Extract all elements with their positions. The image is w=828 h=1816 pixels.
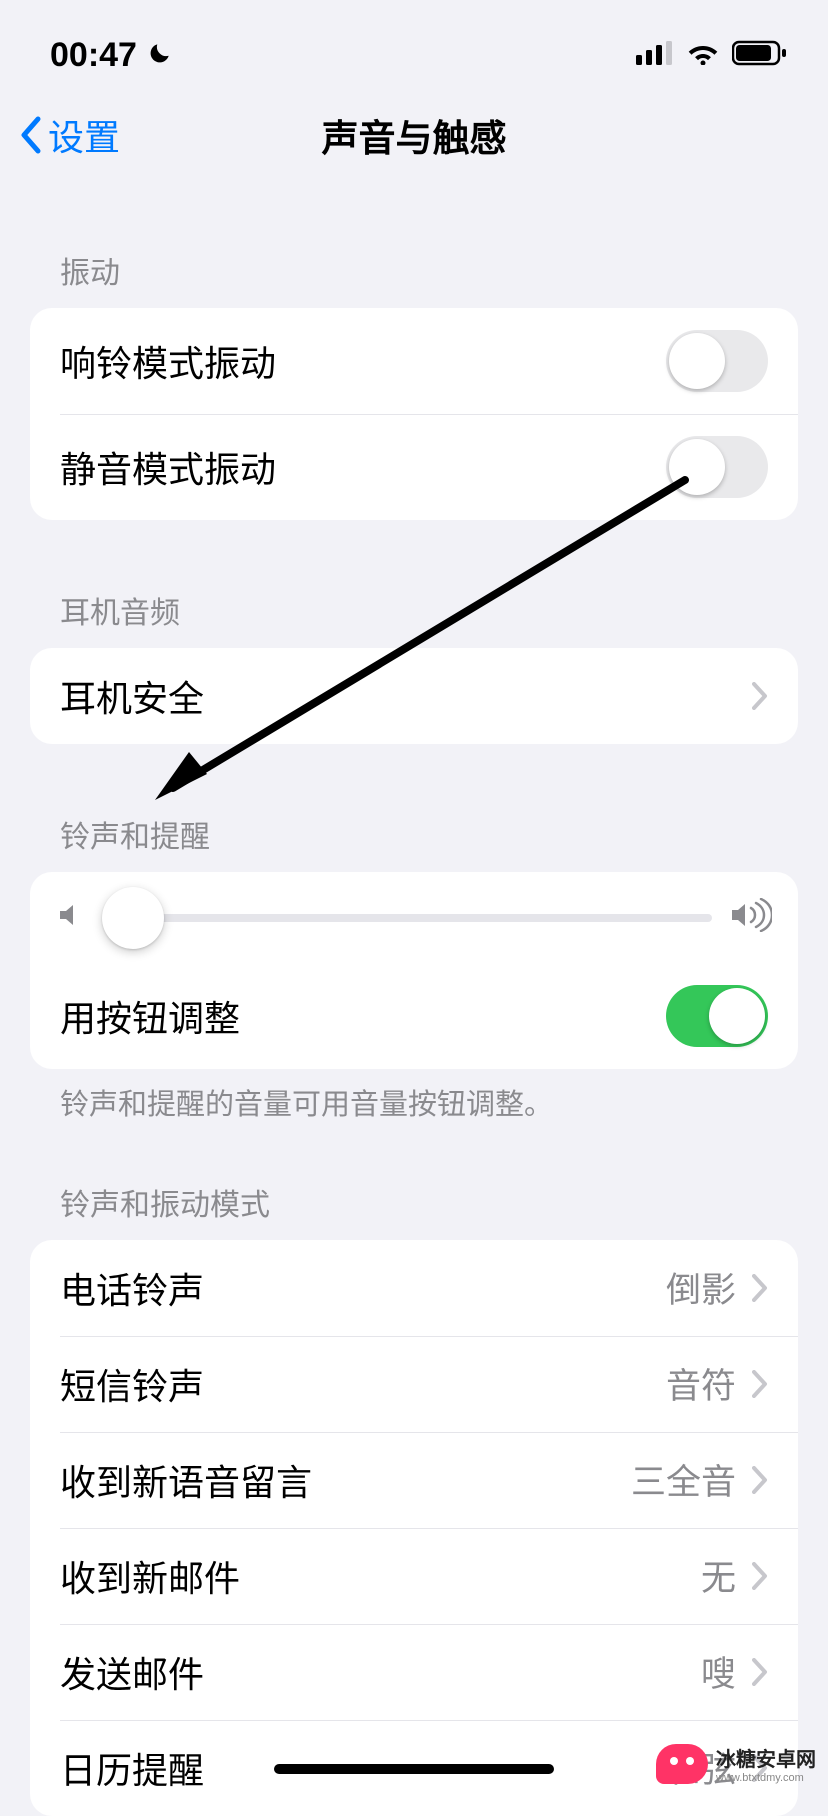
section-ringer: 铃声和提醒 用按钮调整 铃声和提醒的音量可用音量按钮调整。 [30, 802, 798, 1126]
row-label: 响铃模式振动 [60, 335, 276, 387]
chevron-left-icon [18, 115, 42, 155]
home-indicator [274, 1764, 554, 1774]
watermark-name: 冰糖安卓网 [716, 1743, 816, 1772]
row-label: 发送邮件 [60, 1646, 204, 1698]
chevron-right-icon [752, 1274, 768, 1302]
row-silent-vibrate[interactable]: 静音模式振动 [30, 414, 798, 520]
back-label: 设置 [48, 109, 120, 161]
row-text-tone[interactable]: 短信铃声 音符 [30, 1336, 798, 1432]
section-header-headphone: 耳机音频 [30, 578, 798, 648]
speaker-low-icon [56, 901, 84, 934]
row-headphone-safety[interactable]: 耳机安全 [30, 648, 798, 744]
section-header-sounds: 铃声和振动模式 [30, 1170, 798, 1240]
wifi-icon [686, 41, 720, 70]
section-sounds: 铃声和振动模式 电话铃声 倒影 短信铃声 音符 收到新语音留言 三全音 收到新邮… [30, 1170, 798, 1816]
status-time-group: 00:47 [50, 36, 173, 75]
chevron-right-icon [752, 1370, 768, 1398]
row-label: 用按钮调整 [60, 990, 240, 1042]
speaker-high-icon [730, 898, 772, 937]
volume-slider[interactable] [102, 914, 712, 922]
row-value: 三全音 [631, 1454, 736, 1505]
toggle-ring-vibrate[interactable] [666, 330, 768, 392]
row-value: 倒影 [666, 1262, 736, 1313]
row-sent-mail[interactable]: 发送邮件 嗖 [30, 1624, 798, 1720]
toggle-silent-vibrate[interactable] [666, 436, 768, 498]
section-header-vibration: 振动 [30, 238, 798, 308]
row-value: 音符 [666, 1358, 736, 1409]
signal-icon [636, 41, 674, 70]
row-value: 嗖 [701, 1646, 736, 1697]
section-header-ringer: 铃声和提醒 [30, 802, 798, 872]
back-button[interactable]: 设置 [18, 109, 120, 161]
section-headphone: 耳机音频 耳机安全 [30, 578, 798, 744]
status-bar: 00:47 [0, 0, 828, 90]
row-change-with-buttons[interactable]: 用按钮调整 [30, 963, 798, 1069]
nav-header: 设置 声音与触感 [0, 90, 828, 180]
watermark-url: www.btxtdmy.com [716, 1772, 804, 1784]
row-value: 无 [701, 1550, 736, 1601]
chevron-right-icon [752, 1658, 768, 1686]
row-new-voicemail[interactable]: 收到新语音留言 三全音 [30, 1432, 798, 1528]
row-label: 收到新语音留言 [60, 1454, 312, 1506]
row-label: 日历提醒 [60, 1742, 204, 1794]
toggle-change-with-buttons[interactable] [666, 985, 768, 1047]
row-label: 短信铃声 [60, 1358, 204, 1410]
row-label: 收到新邮件 [60, 1550, 240, 1602]
row-new-mail[interactable]: 收到新邮件 无 [30, 1528, 798, 1624]
row-label: 电话铃声 [60, 1262, 204, 1314]
status-time: 00:47 [50, 36, 137, 75]
row-label: 静音模式振动 [60, 441, 276, 493]
chevron-right-icon [752, 1562, 768, 1590]
chevron-right-icon [752, 682, 768, 710]
page-title: 声音与触感 [20, 108, 808, 162]
section-vibration: 振动 响铃模式振动 静音模式振动 [30, 238, 798, 520]
section-footer-ringer: 铃声和提醒的音量可用音量按钮调整。 [30, 1069, 798, 1126]
status-right [636, 40, 788, 71]
battery-icon [732, 40, 788, 71]
do-not-disturb-icon [147, 36, 173, 75]
chevron-right-icon [752, 1466, 768, 1494]
watermark: 冰糖安卓网 www.btxtdmy.com [656, 1743, 816, 1784]
watermark-logo-icon [656, 1744, 708, 1784]
slider-thumb[interactable] [102, 887, 164, 949]
row-ringtone[interactable]: 电话铃声 倒影 [30, 1240, 798, 1336]
row-volume-slider [30, 872, 798, 963]
row-ring-vibrate[interactable]: 响铃模式振动 [30, 308, 798, 414]
row-label: 耳机安全 [60, 670, 204, 722]
